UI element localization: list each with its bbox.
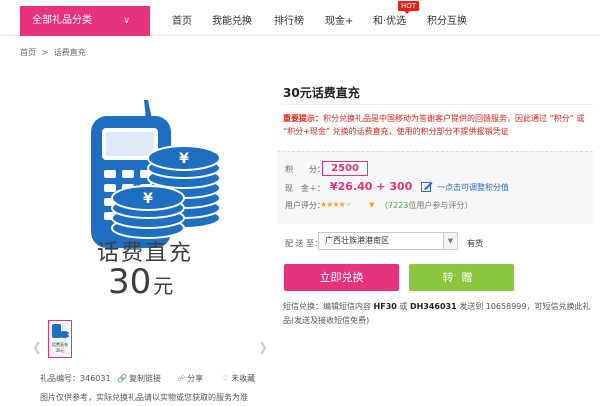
sms-prefix: 短信兑换：编辑短信内容 [283,302,374,311]
rating-count-suffix: 位用户参与评分） [408,201,473,210]
region-value: 广西壮族港港南区 [325,236,389,245]
rating-count-number: 7223 [388,201,409,210]
share-label: 分享 [187,374,204,383]
region-select[interactable]: 广西壮族港港南区 ▼ [318,232,458,250]
ship-to-label: 配 送 至： [285,239,323,248]
svg-text:¥: ¥ [179,151,189,167]
rating-caret-icon[interactable]: ▼ [369,201,374,209]
nav-ranking[interactable]: 排行榜 [274,12,304,27]
top-nav: 全部礼品分类 ∨ 首页 我能兑换 排行榜 现金+ 和·优选 HOT 积分互换 [0,0,600,36]
category-menu-label: 全部礼品分类 [32,15,92,26]
edit-icon[interactable] [421,180,433,192]
chevron-down-icon: ∨ [123,16,130,26]
sms-code-1: HF30 [373,302,397,311]
thumbnail-phone-icon: 话费直充 30元 [52,324,69,353]
hot-badge: HOT [398,1,420,14]
sms-redeem-note: 短信兑换：编辑短信内容 HF30 或 DH346031 发送到 10658999… [283,300,595,328]
redeem-now-button[interactable]: 立即兑换 [284,264,399,291]
category-menu-button[interactable]: 全部礼品分类 ∨ [20,6,150,36]
breadcrumb-current: 话费直充 [53,48,86,57]
rating-label: 用户评分： [285,201,325,210]
gift-id-value: 346031 [80,374,111,383]
svg-text:30元: 30元 [55,348,64,353]
svg-text:¥: ¥ [143,191,153,207]
dropdown-icon: ▼ [443,233,457,249]
stock-status: 有货 [467,239,483,248]
gift-id: 礼品编号：346031 [40,373,111,384]
divider [283,104,593,105]
breadcrumb-home[interactable]: 首页 [20,48,36,57]
points-label: 积 分： [285,165,325,174]
gift-id-label: 礼品编号： [40,374,80,383]
nav-cash-plus[interactable]: 现金+ [325,12,353,27]
svg-text:话费直充: 话费直充 [52,341,68,347]
nav-home[interactable]: 首页 [172,12,192,27]
favorite-button[interactable]: ♡ 未收藏 [222,373,255,384]
rating-stars: ★★★★★ [320,200,352,209]
rating-count-open: （ [380,201,388,210]
image-note: 图片仅供参考，实际兑换礼品请以实物或您获取的服务为准 [40,393,248,402]
arrow-left-icon[interactable]: ❮ [32,340,42,354]
breadcrumb-separator: > [41,48,49,57]
rating-count[interactable]: （7223位用户参与评分） [380,200,472,211]
cash-label: 现 金＋： [285,184,325,193]
share-icon: ☍ [177,374,186,383]
favorite-label: 未收藏 [231,374,256,383]
nav-points-exchange[interactable]: 积分互换 [427,12,467,27]
sms-code-2: DH346031 [409,302,457,311]
arrow-right-icon[interactable]: ❯ [258,340,268,354]
copy-link-button[interactable]: 🔗 复制链接 [117,373,161,384]
amount-unit: 元 [153,274,174,298]
copy-link-label: 复制链接 [128,374,161,383]
product-thumbnail[interactable]: 话费直充 30元 [48,320,72,358]
points-value: 2500 [322,161,368,176]
sms-or: 或 [396,302,410,311]
amount-number: 30 [108,262,152,302]
product-title: 30元话费直充 [283,86,360,100]
heart-icon: ♡ [222,374,230,383]
notice-prefix: 重要提示： [283,114,323,123]
breadcrumb: 首页 > 话费直充 [20,47,89,58]
notice-body: 积分兑换礼品是中国移动为答谢客户提供的回馈服务，因此通过 “积分” 或 “积分+… [283,114,585,136]
copy-link-icon: 🔗 [117,374,127,383]
adjust-points-link[interactable]: 一点击可调整积分值 [437,182,509,193]
product-image-amount: 30 元 [108,262,173,302]
nav-can-redeem[interactable]: 我能兑换 [212,12,252,27]
cash-value: ¥26.40 + 300 [330,180,413,193]
nav-he-youxuan[interactable]: 和·优选 [373,12,406,27]
important-notice: 重要提示：积分兑换礼品是中国移动为答谢客户提供的回馈服务，因此通过 “积分” 或… [283,112,593,138]
gift-transfer-button[interactable]: 转赠 [409,264,514,291]
share-button[interactable]: ☍ 分享 [177,373,203,384]
